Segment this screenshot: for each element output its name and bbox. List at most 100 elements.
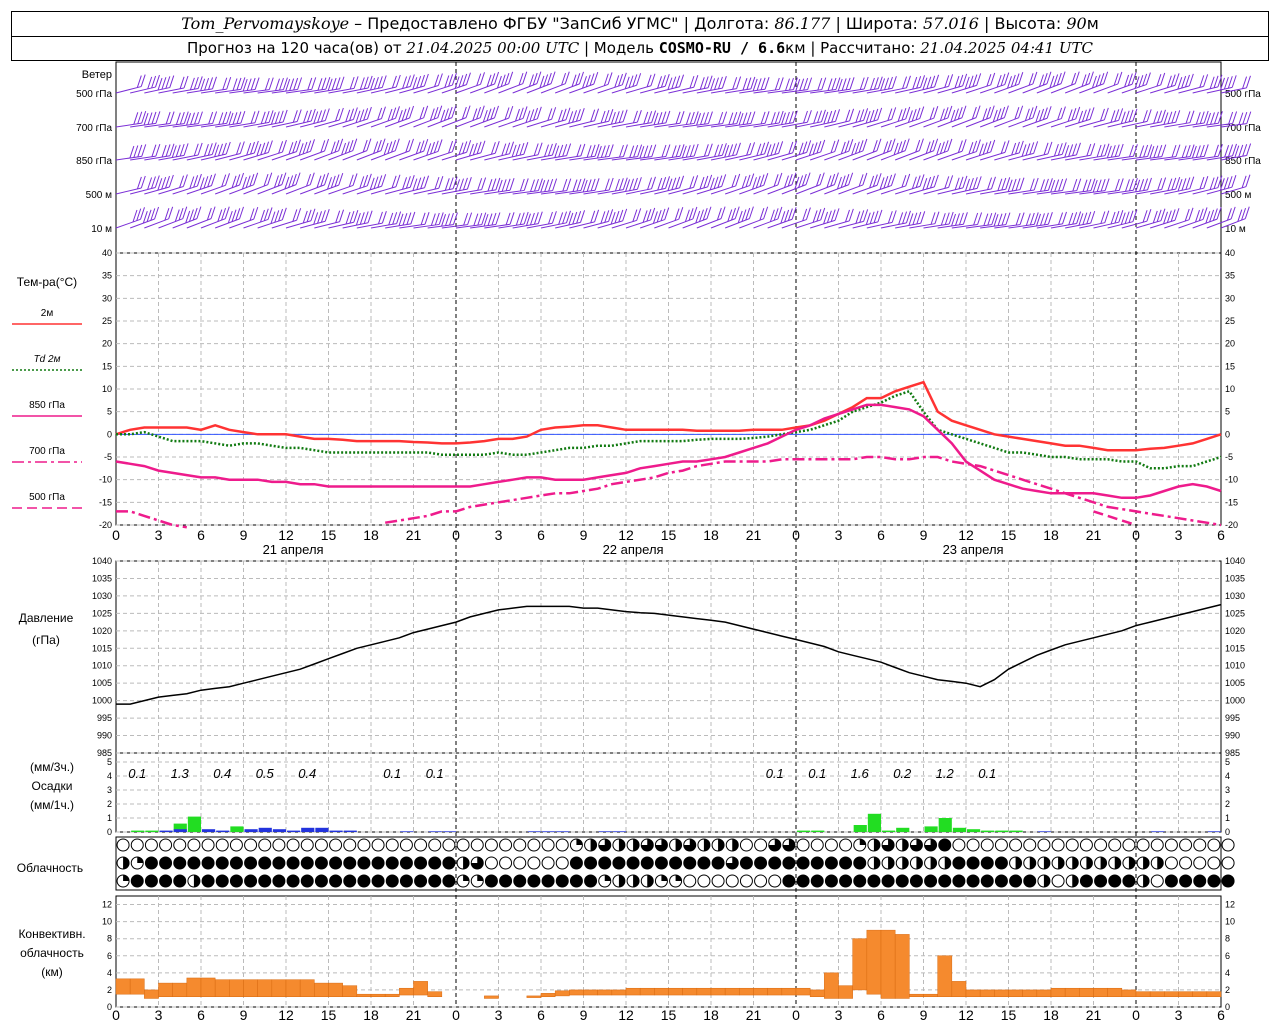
- wind-barb-flag: [1054, 179, 1060, 192]
- wind-barb-flag: [197, 142, 203, 156]
- wind-barb-flag: [1064, 145, 1070, 158]
- precip-tick-right: 0: [1225, 827, 1230, 837]
- cloud-octa-sector: [1128, 857, 1135, 869]
- wind-barb-flag: [459, 178, 464, 191]
- wind-barb-flag: [869, 77, 875, 91]
- wind-barb-flag: [236, 111, 242, 124]
- conv-bar: [838, 985, 853, 999]
- wind-barb-flag: [977, 212, 983, 225]
- cloud-octa-circle: [711, 874, 725, 888]
- cloud-octa-circle: [258, 838, 272, 852]
- wind-barb-flag: [1143, 178, 1149, 191]
- time-tick-label: 0: [452, 527, 460, 543]
- wind-barb-flag: [652, 211, 658, 224]
- wind-barb-flag: [1199, 176, 1205, 190]
- wind-barb-flag: [377, 107, 383, 121]
- wind-barb-flag: [491, 212, 497, 226]
- wind-barb-flag: [792, 110, 798, 123]
- cloud-octa-circle: [499, 838, 513, 852]
- time-tick-label-bottom: 3: [155, 1007, 163, 1023]
- wind-barb-flag: [338, 107, 344, 121]
- wind-barb-flag: [887, 211, 893, 224]
- precip-tick-right: 5: [1225, 757, 1230, 767]
- precip-3h-label: 0.5: [256, 766, 275, 781]
- wind-barb-flag: [835, 109, 841, 122]
- wind-barb-flag: [1153, 111, 1159, 124]
- wind-barb-flag: [710, 78, 716, 91]
- wind-barb-flag: [1153, 145, 1159, 158]
- cloud-octa-circle: [484, 838, 498, 852]
- wind-barb-flag: [608, 109, 614, 122]
- wind-barb-flag: [339, 209, 345, 222]
- wind-barb-flag: [821, 77, 827, 90]
- wind-barb-flag: [359, 109, 365, 122]
- cloud-octa-sector: [661, 875, 668, 881]
- wind-barb-flag: [566, 143, 572, 156]
- wind-barb-flag: [660, 75, 666, 88]
- wind-barb-flag: [204, 77, 210, 91]
- wind-barb-flag: [377, 211, 383, 225]
- cloud-octa-circle: [371, 874, 385, 888]
- wind-barb-flag: [349, 76, 355, 90]
- wind-barb-flag: [1174, 208, 1180, 221]
- wind-barb-flag: [651, 176, 656, 189]
- wind-barb-flag: [661, 177, 667, 190]
- time-tick-label-bottom: 9: [920, 1007, 928, 1023]
- wind-barb-flag: [965, 178, 970, 192]
- wind-barb-flag: [633, 144, 639, 158]
- wind-barb-flag: [590, 210, 596, 223]
- wind-barb-flag: [1124, 179, 1130, 192]
- conv-bar: [611, 989, 627, 996]
- wind-barb-flag: [250, 141, 255, 155]
- wind-barb-flag: [222, 111, 228, 125]
- pressure-tick-left: 990: [97, 731, 112, 741]
- precip-bar-rain: [938, 818, 952, 832]
- conv-bar: [1135, 991, 1151, 998]
- wind-barb-flag: [962, 175, 968, 189]
- wind-barb-flag: [522, 106, 528, 119]
- wind-barb-flag: [845, 209, 850, 223]
- conv-bar: [654, 987, 669, 996]
- wind-barb-flag: [1103, 107, 1109, 121]
- wind-barb-flag: [1015, 212, 1021, 226]
- wind-barb-flag: [256, 143, 262, 157]
- cloud-octa-circle: [215, 838, 229, 852]
- wind-barb-flag: [622, 144, 628, 157]
- cloud-octa-sector: [576, 839, 583, 845]
- wind-barb-flag: [477, 178, 483, 191]
- wind-barb-flag: [736, 142, 741, 155]
- wind-barb-flag: [788, 111, 794, 124]
- wind-barb-flag: [240, 110, 246, 124]
- precip-bar-snow: [556, 831, 570, 832]
- wind-barb-flag: [529, 212, 535, 226]
- wind-barb-flag: [1143, 144, 1149, 158]
- wind-barb-flag: [1199, 111, 1205, 124]
- wind-barb-flag: [944, 176, 950, 189]
- wind-barb-flag: [155, 143, 161, 157]
- precip-tick-right: 3: [1225, 785, 1230, 795]
- conv-bar: [781, 987, 797, 996]
- wind-barb-flag: [151, 111, 157, 125]
- wind-barb-flag: [704, 111, 709, 125]
- wind-barb-flag: [1175, 144, 1181, 157]
- cloud-octa-circle: [810, 856, 824, 870]
- wind-barb-flag: [742, 78, 748, 91]
- wind-barb-flag: [717, 143, 723, 157]
- wind-barb-flag: [728, 144, 734, 157]
- wind-barb-flag: [869, 109, 875, 123]
- wind-barb-flag: [647, 111, 653, 124]
- time-tick-label: 6: [877, 527, 885, 543]
- cloud-octa-circle: [1065, 838, 1079, 852]
- wind-barb-flag: [608, 209, 614, 222]
- wind-barb-flag: [741, 175, 747, 189]
- cloud-octa-circle: [428, 874, 442, 888]
- wind-barb-flag: [193, 175, 199, 188]
- wind-barb-flag: [491, 178, 497, 191]
- cloud-octa-circle: [159, 874, 173, 888]
- wind-barb-flag: [834, 208, 840, 221]
- wind-barb-flag: [703, 144, 709, 157]
- precip-tick-left: 0: [107, 827, 112, 837]
- wind-barb-flag: [420, 212, 426, 225]
- wind-barb-flag: [703, 76, 709, 89]
- cloud-octa-circle: [513, 874, 527, 888]
